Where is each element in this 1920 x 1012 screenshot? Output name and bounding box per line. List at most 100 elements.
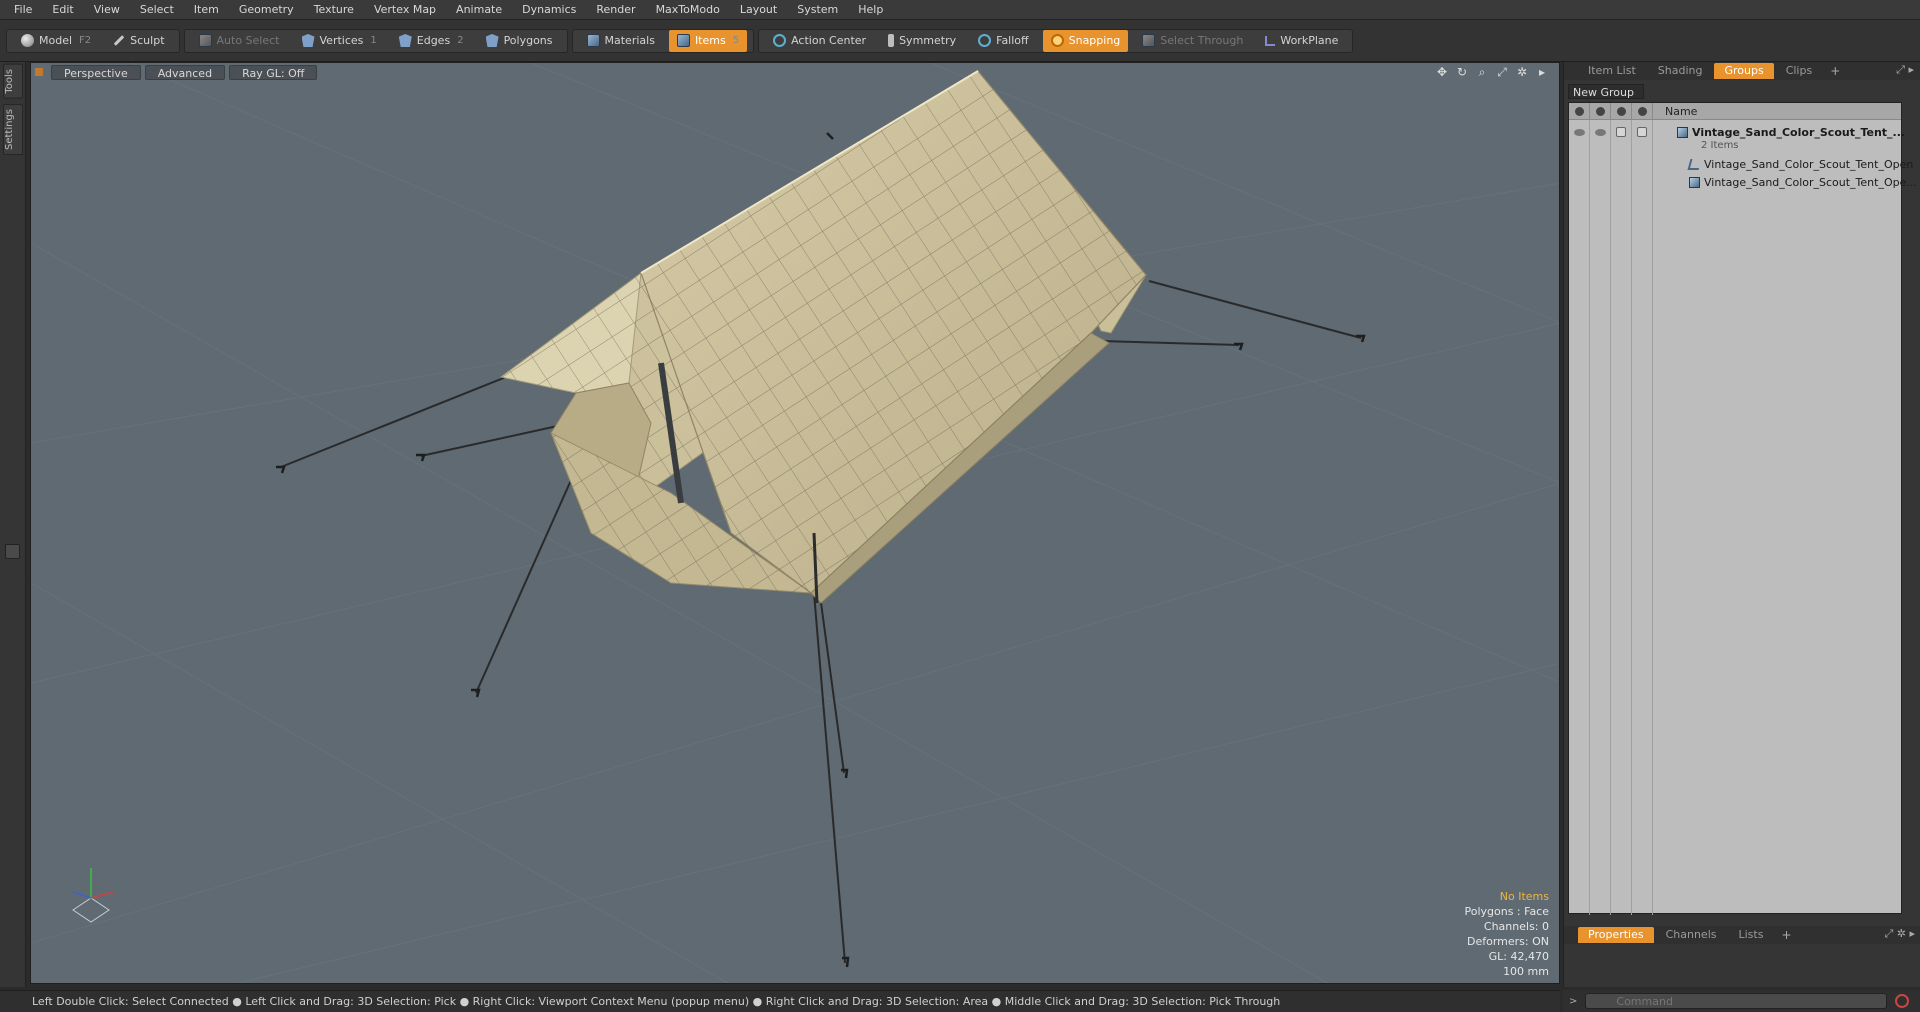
items-button[interactable]: Items 5 [668,29,748,52]
tool-options-group: Action Center Symmetry Falloff Snapping … [758,28,1354,53]
menu-animate[interactable]: Animate [446,0,512,20]
selection-status: No Items [1499,890,1549,903]
vertices-button[interactable]: Vertices 1 [294,30,385,52]
menu-bar: File Edit View Select Item Geometry Text… [0,0,1920,20]
workplane-icon [1265,35,1276,46]
edges-icon [398,34,412,47]
move-icon[interactable]: ✥ [1435,65,1449,79]
select-through-icon [1142,34,1156,47]
viewport-expand-icon[interactable]: ▸ [1535,65,1549,79]
materials-button[interactable]: Materials [579,30,663,52]
item-mode-group: Materials Items 5 [571,28,755,53]
menu-render[interactable]: Render [586,0,645,20]
properties-panel: Properties Channels Lists + ⤢ ✲ ▸ [1564,926,1920,944]
tab-shading[interactable]: Shading [1648,63,1713,79]
menu-view[interactable]: View [84,0,130,20]
visibility-column-icon[interactable] [1569,102,1590,120]
bottom-tabs: Properties Channels Lists + ⤢ ✲ ▸ [1564,926,1920,944]
polygons-button[interactable]: Polygons [478,30,561,52]
auto-select-button[interactable]: Auto Select [191,30,288,52]
group-name: Vintage_Sand_Color_Scout_Tent_... [1692,125,1906,139]
tab-tools[interactable]: Tools [3,64,23,99]
viewport-nav-tools: ✥ ↻ ⌕ ⤢ ✲ ▸ [1435,65,1549,79]
group-icon [1677,126,1688,138]
menu-select[interactable]: Select [130,0,184,20]
grid-scale: 100 mm [1503,965,1549,978]
add-tab-icon[interactable]: + [1824,64,1846,78]
tab-lists[interactable]: Lists [1729,927,1774,943]
group-child-row[interactable]: Vintage_Sand_Color_Scout_Tent_Open [1569,155,1913,173]
edges-button[interactable]: Edges 2 [391,30,472,52]
viewport-info: No Items Polygons : Face Channels: 0 Def… [1464,889,1549,979]
materials-icon [586,34,600,47]
menu-layout[interactable]: Layout [730,0,787,20]
tab-groups[interactable]: Groups [1714,63,1774,79]
rotate-icon[interactable]: ↻ [1455,65,1469,79]
add-tab-icon[interactable]: + [1775,928,1797,942]
menu-item[interactable]: Item [184,0,229,20]
snapping-button[interactable]: Snapping [1042,29,1129,52]
advanced-dropdown[interactable]: Advanced [144,64,226,80]
panel-settings-icon[interactable]: ⤢ ✲ ▸ [1884,927,1915,941]
render-eye-icon[interactable] [1595,128,1606,136]
sculpt-button[interactable]: Sculpt [105,30,172,52]
child-name: Vintage_Sand_Color_Scout_Tent_Open [1704,157,1914,171]
tab-settings[interactable]: Settings [3,104,23,156]
zoom-icon[interactable]: ⌕ [1475,65,1489,79]
menu-edit[interactable]: Edit [42,0,83,20]
menu-help[interactable]: Help [848,0,893,20]
model-icon [21,34,34,47]
workplane-button[interactable]: WorkPlane [1257,30,1346,52]
viewport-header: Perspective Advanced Ray GL: Off [31,63,1559,81]
group-child-row[interactable]: Vintage_Sand_Color_Scout_Tent_Ope... [1569,173,1917,191]
auto-select-icon [198,34,212,47]
lock-column-icon[interactable] [1611,102,1632,120]
menu-maxtomodo[interactable]: MaxToModo [646,0,730,20]
tab-clips[interactable]: Clips [1776,63,1823,79]
right-panel: Item List Shading Groups Clips + ⤢ ▸ New… [1563,62,1920,987]
snapping-icon [1050,34,1064,47]
groups-list-header: Name [1569,102,1901,120]
menu-dynamics[interactable]: Dynamics [512,0,586,20]
select-checkbox[interactable] [1637,127,1647,137]
lock-checkbox[interactable] [1616,127,1626,137]
render-column-icon[interactable] [1590,102,1611,120]
tab-properties[interactable]: Properties [1578,927,1654,943]
command-history-icon[interactable]: > [1569,996,1577,1007]
command-run-icon[interactable] [1895,994,1910,1008]
gear-icon[interactable]: ✲ [1515,65,1529,79]
select-through-button[interactable]: Select Through [1134,30,1251,52]
symmetry-button[interactable]: Symmetry [880,30,964,52]
menu-file[interactable]: File [4,0,42,20]
gl-count: GL: 42,470 [1488,950,1549,963]
raygl-dropdown[interactable]: Ray GL: Off [229,64,318,80]
polygons-mode: Polygons : Face [1464,905,1549,918]
viewport-menu-icon[interactable] [35,68,43,76]
model-button[interactable]: Model F2 [13,30,99,52]
action-center-button[interactable]: Action Center [765,30,874,52]
perspective-dropdown[interactable]: Perspective [51,64,141,80]
main-toolbar: Model F2 Sculpt Auto Select Vertices 1 Edg… [0,20,1920,62]
menu-geometry[interactable]: Geometry [229,0,304,20]
new-group-button[interactable]: New Group [1568,84,1644,99]
name-column-header: Name [1665,104,1698,118]
falloff-button[interactable]: Falloff [970,30,1036,52]
panel-expand-icon[interactable]: ⤢ ▸ [1896,63,1914,77]
eye-icon[interactable] [1574,128,1585,136]
left-tool-strip: Tools Settings [0,62,26,987]
tab-channels[interactable]: Channels [1656,927,1727,943]
group-row[interactable]: Vintage_Sand_Color_Scout_Tent_... [1569,123,1906,141]
select-column-icon[interactable] [1632,102,1653,120]
command-input[interactable] [1585,993,1888,1009]
scene-render [31,63,1559,983]
tab-item-list[interactable]: Item List [1578,63,1646,79]
maximize-icon[interactable]: ⤢ [1495,65,1509,79]
menu-vertex-map[interactable]: Vertex Map [364,0,446,20]
symmetry-icon [888,34,895,47]
3d-viewport[interactable]: Perspective Advanced Ray GL: Off ✥ ↻ ⌕ ⤢… [30,62,1560,984]
menu-texture[interactable]: Texture [304,0,364,20]
strip-toggle-button[interactable] [5,544,20,559]
channels-count: Channels: 0 [1483,920,1549,933]
falloff-icon [978,34,992,47]
menu-system[interactable]: System [787,0,848,20]
